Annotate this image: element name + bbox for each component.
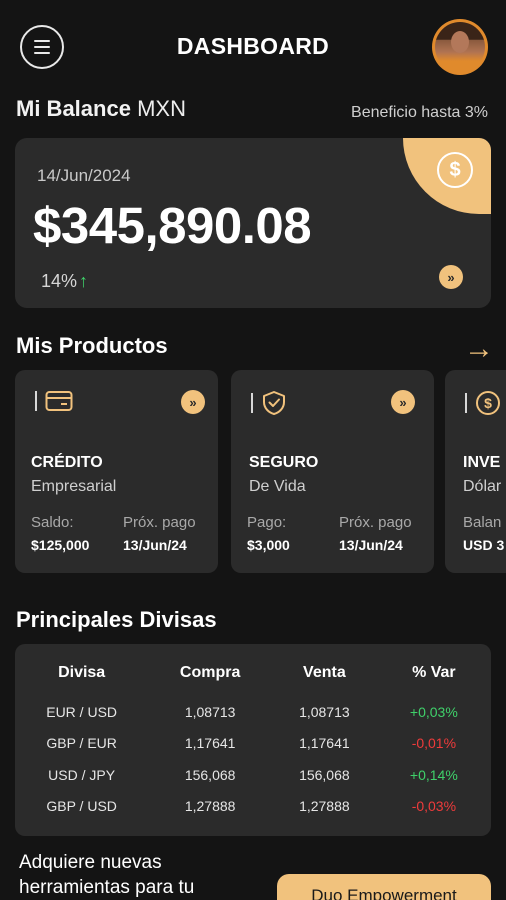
product-label-1: Balan (463, 514, 502, 531)
product-subtitle: Dólar (463, 478, 502, 495)
variation: -0,01% (411, 735, 457, 752)
sell-rate: 1,17641 (299, 735, 350, 752)
promo-button[interactable]: Duo Empowerment (277, 874, 491, 900)
product-icon-group (251, 390, 287, 416)
product-label-1: Saldo: (31, 514, 74, 531)
product-value-1: USD 3 (463, 537, 505, 553)
product-subtitle: De Vida (249, 478, 306, 495)
products-title: Mis Productos (16, 333, 168, 358)
product-icon-group (35, 390, 73, 412)
currency-pair: GBP / USD (46, 798, 117, 815)
svg-text:$: $ (484, 395, 492, 411)
currencies-table: Divisa Compra Venta % Var EUR / USD 1,08… (15, 664, 491, 822)
buy-rate: 156,068 (184, 766, 236, 783)
credit-card-icon (45, 391, 73, 411)
product-card-credito[interactable]: » CRÉDITO Empresarial Saldo: $125,000 Pr… (15, 370, 218, 573)
product-card-inversion[interactable]: $ INVE Dólar Balan USD 3 (445, 370, 506, 573)
balance-change: 14% ↑ (41, 271, 88, 292)
balance-amount: $345,890.08 (33, 197, 312, 254)
promo-text: Adquiere nuevas herramientas para tu (19, 852, 195, 898)
product-open-button[interactable]: » (391, 390, 415, 414)
product-value-1: $125,000 (31, 537, 90, 553)
balance-details-button[interactable]: » (439, 265, 463, 289)
dollar-coin-icon: $ (476, 391, 500, 415)
benefit-text: Beneficio hasta 3% (351, 104, 488, 121)
buy-rate: 1,08713 (184, 703, 236, 720)
product-subtitle: Empresarial (31, 478, 117, 495)
arrow-right-icon[interactable]: → (464, 334, 494, 364)
product-value-2: 13/Jun/24 (339, 537, 403, 553)
currencies-card: Divisa Compra Venta % Var EUR / USD 1,08… (15, 644, 491, 836)
column-header: % Var (412, 664, 456, 681)
product-name: CRÉDITO (31, 454, 103, 471)
page-title: DASHBOARD (176, 33, 330, 59)
product-icon-group: $ (465, 390, 501, 416)
balance-date: 14/Jun/2024 (37, 166, 131, 185)
product-card-seguro[interactable]: » SEGURO De Vida Pago: $3,000 Próx. pago… (231, 370, 434, 573)
column-header: Divisa (58, 664, 106, 681)
app-header: DASHBOARD (0, 0, 506, 92)
product-label-2: Próx. pago (123, 514, 196, 531)
products-carousel[interactable]: » CRÉDITO Empresarial Saldo: $125,000 Pr… (15, 370, 506, 573)
user-avatar[interactable] (432, 19, 488, 75)
variation: -0,03% (411, 798, 457, 815)
product-label-1: Pago: (247, 514, 287, 531)
balance-card[interactable]: $ 14/Jun/2024 $345,890.08 14% ↑ » (15, 138, 491, 308)
currency-pair: USD / JPY (48, 766, 116, 783)
sell-rate: 1,08713 (299, 703, 350, 720)
buy-rate: 1,27888 (184, 798, 236, 815)
column-header: Venta (303, 664, 346, 681)
currencies-title: Principales Divisas (16, 607, 217, 632)
shield-check-icon (263, 391, 285, 415)
balance-label: Mi Balance (16, 96, 131, 121)
variation: +0,03% (409, 703, 458, 720)
balance-change-value: 14% (41, 271, 78, 291)
column-header: Compra (179, 664, 241, 681)
product-value-1: $3,000 (247, 537, 290, 553)
product-label-2: Próx. pago (339, 514, 412, 531)
sell-rate: 1,27888 (299, 798, 350, 815)
table-row[interactable]: GBP / USD 1,27888 1,27888 -0,03% (15, 791, 491, 823)
table-header-row: Divisa Compra Venta % Var (15, 664, 491, 696)
product-name: SEGURO (249, 454, 319, 471)
balance-currency: MXN (137, 96, 186, 121)
buy-rate: 1,17641 (184, 735, 236, 752)
table-row[interactable]: USD / JPY 156,068 156,068 +0,14% (15, 759, 491, 791)
balance-heading: Mi Balance MXN (16, 96, 186, 122)
variation: +0,14% (409, 766, 458, 783)
arrow-up-icon: ↑ (79, 271, 89, 291)
table-row[interactable]: EUR / USD 1,08713 1,08713 +0,03% (15, 696, 491, 728)
currency-pair: EUR / USD (46, 703, 118, 720)
currency-pair: GBP / EUR (46, 735, 117, 752)
product-value-2: 13/Jun/24 (123, 537, 187, 553)
table-row[interactable]: GBP / EUR 1,17641 1,17641 -0,01% (15, 728, 491, 760)
sell-rate: 156,068 (299, 766, 350, 783)
product-name: INVE (463, 454, 501, 471)
product-open-button[interactable]: » (181, 390, 205, 414)
dollar-coin-icon: $ (437, 152, 473, 188)
